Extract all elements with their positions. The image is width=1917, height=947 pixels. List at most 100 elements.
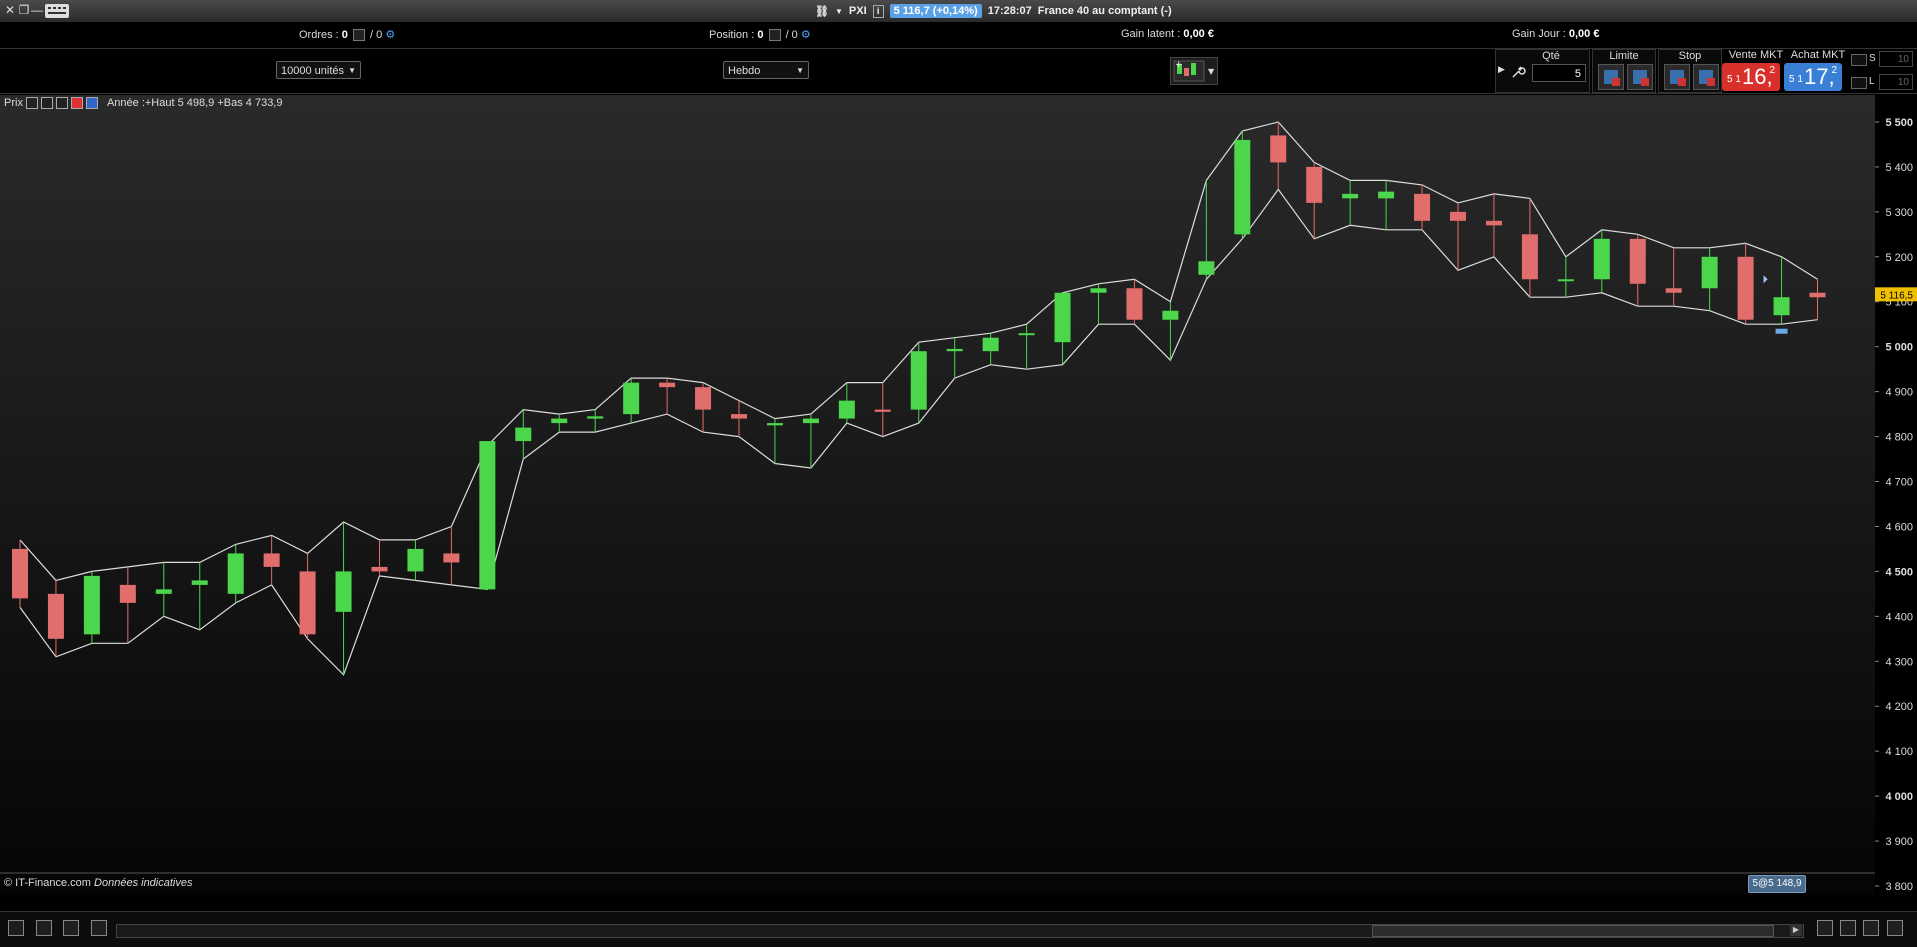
candle-body[interactable] <box>1665 288 1682 293</box>
candle-body[interactable] <box>1521 234 1538 280</box>
limit-sell-button[interactable] <box>1627 64 1653 90</box>
export-icon[interactable] <box>8 920 24 936</box>
candle-body[interactable] <box>12 548 28 599</box>
indicators-icon[interactable] <box>91 920 107 936</box>
close-icon[interactable] <box>55 97 68 109</box>
close-icon[interactable]: ✕ <box>4 4 16 16</box>
candle-body[interactable] <box>1809 292 1826 298</box>
candle-body[interactable] <box>731 414 747 419</box>
candle-body[interactable] <box>1737 256 1754 320</box>
candle-body[interactable] <box>587 416 604 419</box>
orders-list-icon[interactable] <box>352 29 365 42</box>
candle-body[interactable] <box>119 584 136 603</box>
candle-body[interactable] <box>838 400 855 419</box>
candle-body[interactable] <box>874 409 891 412</box>
position-total: / 0 <box>785 29 798 41</box>
candle-body[interactable] <box>515 427 532 442</box>
expand-icon[interactable]: ▶ <box>1498 64 1505 75</box>
candle-body[interactable] <box>407 548 424 572</box>
candle-body[interactable] <box>1018 333 1035 336</box>
minimize-icon[interactable]: — <box>31 4 43 16</box>
candle-body[interactable] <box>227 553 244 594</box>
candle-body[interactable] <box>1701 256 1718 289</box>
candle-body[interactable] <box>946 348 963 352</box>
chevron-down-icon[interactable]: ▼ <box>835 7 843 16</box>
candle-body[interactable] <box>1414 193 1431 221</box>
remove-icon[interactable] <box>70 97 83 109</box>
link-icon[interactable]: ⛓ <box>815 5 829 18</box>
add-indicator-icon[interactable] <box>85 97 98 109</box>
candle-body[interactable] <box>335 571 352 612</box>
list-icon[interactable] <box>63 920 79 936</box>
sell-market-button[interactable]: 5 1 16, 2 <box>1722 63 1780 91</box>
candle-body[interactable] <box>1557 279 1574 282</box>
window-icon[interactable] <box>40 97 53 109</box>
stop-sell-button[interactable] <box>1693 64 1719 90</box>
candle-body[interactable] <box>1593 238 1610 280</box>
candle-body[interactable] <box>1485 220 1502 226</box>
candle-body[interactable] <box>1090 288 1107 293</box>
candle-body[interactable] <box>1450 211 1466 221</box>
gear-icon[interactable]: ⚙ <box>801 29 811 41</box>
zoom-fit-icon[interactable] <box>1840 920 1856 936</box>
cursor-mode-icon[interactable] <box>1817 920 1833 936</box>
candle-body[interactable] <box>1162 310 1179 320</box>
candle-body[interactable] <box>443 553 460 563</box>
candle-body[interactable] <box>659 382 676 388</box>
candle-body[interactable] <box>695 387 712 410</box>
period-select[interactable]: Hebdo ▼ <box>723 61 809 79</box>
candle-body[interactable] <box>1342 193 1359 199</box>
candle-body[interactable] <box>83 575 100 635</box>
candle-body[interactable] <box>910 351 927 410</box>
candle-body[interactable] <box>263 553 280 567</box>
limit-buy-button[interactable] <box>1598 64 1624 90</box>
candle-body[interactable] <box>191 580 208 585</box>
cursor-icon[interactable] <box>36 920 52 936</box>
s-checkbox[interactable] <box>1851 54 1867 66</box>
position-list-icon[interactable] <box>768 29 781 42</box>
candle-body[interactable] <box>766 423 783 426</box>
zoom-out-icon[interactable] <box>1863 920 1879 936</box>
symbol-label[interactable]: PXI <box>849 5 867 17</box>
buy-market-button[interactable]: 5 1 17, 2 <box>1784 63 1842 91</box>
zoom-in-icon[interactable] <box>1887 920 1903 936</box>
candle-body[interactable] <box>479 441 496 590</box>
horizontal-scrollbar[interactable] <box>116 924 1804 938</box>
l-checkbox[interactable] <box>1851 77 1867 89</box>
gear-icon[interactable]: ⚙ <box>385 29 395 41</box>
candle-body[interactable] <box>299 571 316 635</box>
candle-body[interactable] <box>982 337 999 352</box>
orders-status: Ordres : 0 / 0 ⚙ <box>299 28 395 42</box>
scrollbar-thumb[interactable] <box>1372 925 1774 937</box>
l-input[interactable]: 10 <box>1879 74 1913 90</box>
info-icon[interactable]: i <box>872 4 884 18</box>
price-chart[interactable]: 05121926oct.10172431nov.142128déc.121926… <box>0 95 1875 895</box>
stop-buy-button[interactable] <box>1664 64 1690 90</box>
restore-icon[interactable]: ❐ <box>18 4 30 16</box>
candle-body[interactable] <box>1234 139 1251 235</box>
limite-box: Limite <box>1592 49 1656 93</box>
candle-body[interactable] <box>1270 135 1287 163</box>
units-select[interactable]: 10000 unités ▼ <box>276 61 361 79</box>
candle-body[interactable] <box>371 566 388 572</box>
candle-body[interactable] <box>1773 297 1790 316</box>
candle-body[interactable] <box>1629 238 1646 284</box>
candle-body[interactable] <box>1198 261 1215 275</box>
candle-body[interactable] <box>551 418 568 424</box>
chart-type-button[interactable]: + ▼ <box>1170 57 1218 85</box>
candle-body[interactable] <box>1054 292 1071 343</box>
candle-body[interactable] <box>155 589 172 594</box>
candle-body[interactable] <box>47 593 64 639</box>
scroll-right-button[interactable]: ▶ <box>1790 924 1802 936</box>
candle-body[interactable] <box>1378 191 1395 199</box>
candle-body[interactable] <box>802 418 819 424</box>
s-input[interactable]: 10 <box>1879 51 1913 67</box>
candle-body[interactable] <box>1306 166 1323 203</box>
candle-body[interactable] <box>1126 288 1143 320</box>
candle-body[interactable] <box>623 382 640 415</box>
wrench-icon[interactable] <box>25 97 38 109</box>
keyboard-icon[interactable] <box>45 4 69 18</box>
buy-price-main: 17, <box>1804 64 1835 89</box>
qty-input[interactable]: 5 <box>1532 64 1586 82</box>
wrench-icon[interactable] <box>1510 64 1526 80</box>
